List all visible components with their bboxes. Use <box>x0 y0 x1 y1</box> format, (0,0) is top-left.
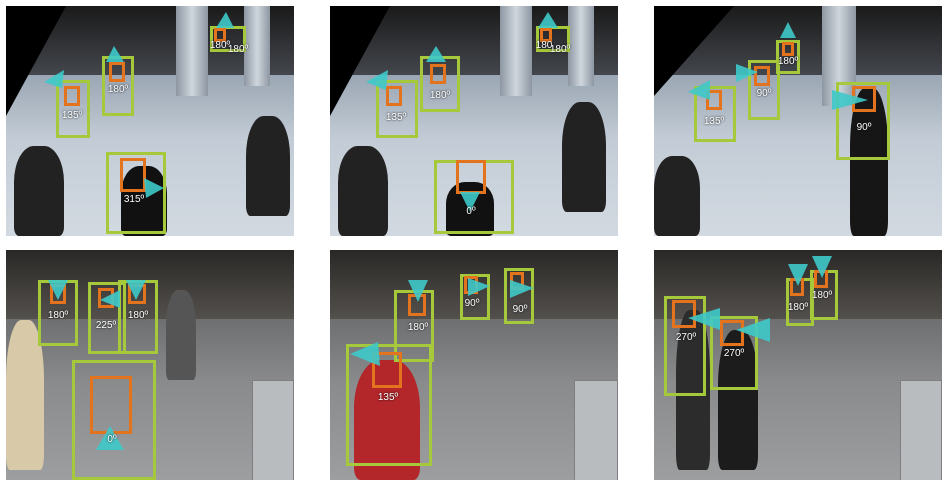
angle-label: 180º <box>107 84 129 95</box>
angle-label: 225º <box>95 320 117 331</box>
orientation-arrow <box>216 12 234 28</box>
orientation-arrow <box>350 342 380 366</box>
angle-label: 90º <box>512 304 528 315</box>
orientation-arrow <box>780 22 796 38</box>
orientation-arrow <box>468 278 490 296</box>
angle-label: 135º <box>703 116 725 127</box>
angle-label: 135º <box>377 392 399 403</box>
angle-label: 180º <box>777 56 799 67</box>
angle-label: 270º <box>723 348 745 359</box>
panel-top-right: 180º 90º 135º 90º <box>654 6 942 236</box>
angle-label: 90º <box>756 88 772 99</box>
orientation-arrow <box>812 256 832 278</box>
orientation-arrow <box>426 46 446 62</box>
orientation-arrows <box>366 12 558 212</box>
panel-bottom-right: 180º 180º 270º 270º <box>654 250 942 480</box>
orientation-arrow <box>688 80 710 100</box>
orientation-arrows <box>48 280 146 450</box>
angle-label: 0º <box>466 206 476 217</box>
angle-label: 90º <box>856 122 872 133</box>
orientation-arrow <box>736 318 770 342</box>
angle-label: 180º <box>127 310 149 321</box>
angle-label: 180º <box>787 302 809 313</box>
orientation-arrow <box>538 12 558 28</box>
angle-label: 315º <box>123 194 145 205</box>
orientation-arrow <box>736 64 758 82</box>
angle-label: 180º <box>429 90 451 101</box>
orientation-arrow <box>126 280 146 300</box>
orientation-arrows <box>44 12 234 198</box>
angle-label: 180º <box>549 44 571 55</box>
angle-label: 0º <box>107 434 117 445</box>
orientation-arrow <box>688 308 720 330</box>
panel-bottom-middle: 90º 90º 180º 135º <box>330 250 618 480</box>
orientation-arrows <box>350 278 534 366</box>
angle-label: 180º <box>47 310 69 321</box>
orientation-arrows <box>688 256 832 342</box>
orientation-arrow <box>832 90 868 110</box>
angle-label: 180º <box>227 44 249 55</box>
angle-label: 180º <box>407 322 429 333</box>
angle-label: 135º <box>61 110 83 121</box>
orientation-arrow <box>48 280 68 300</box>
panel-top-middle: 180 180º 180º 135º 0º <box>330 6 618 236</box>
orientation-arrow <box>144 178 164 198</box>
orientation-arrow <box>366 70 388 90</box>
orientation-arrow <box>788 264 808 286</box>
orientation-arrow <box>408 280 428 302</box>
panel-bottom-left: 180º 225º 180º 0º <box>6 250 294 480</box>
angle-label: 135º <box>385 112 407 123</box>
orientation-arrow <box>106 46 124 62</box>
orientation-arrow <box>100 290 120 308</box>
angle-label: 180º <box>811 290 833 301</box>
angle-label: 270º <box>675 332 697 343</box>
orientation-arrow <box>510 280 534 298</box>
angle-label: 90º <box>464 298 480 309</box>
orientation-arrow <box>44 70 64 88</box>
orientation-arrows <box>688 22 868 110</box>
panel-top-left: 180º 180º 180º 135º 315º <box>6 6 294 236</box>
